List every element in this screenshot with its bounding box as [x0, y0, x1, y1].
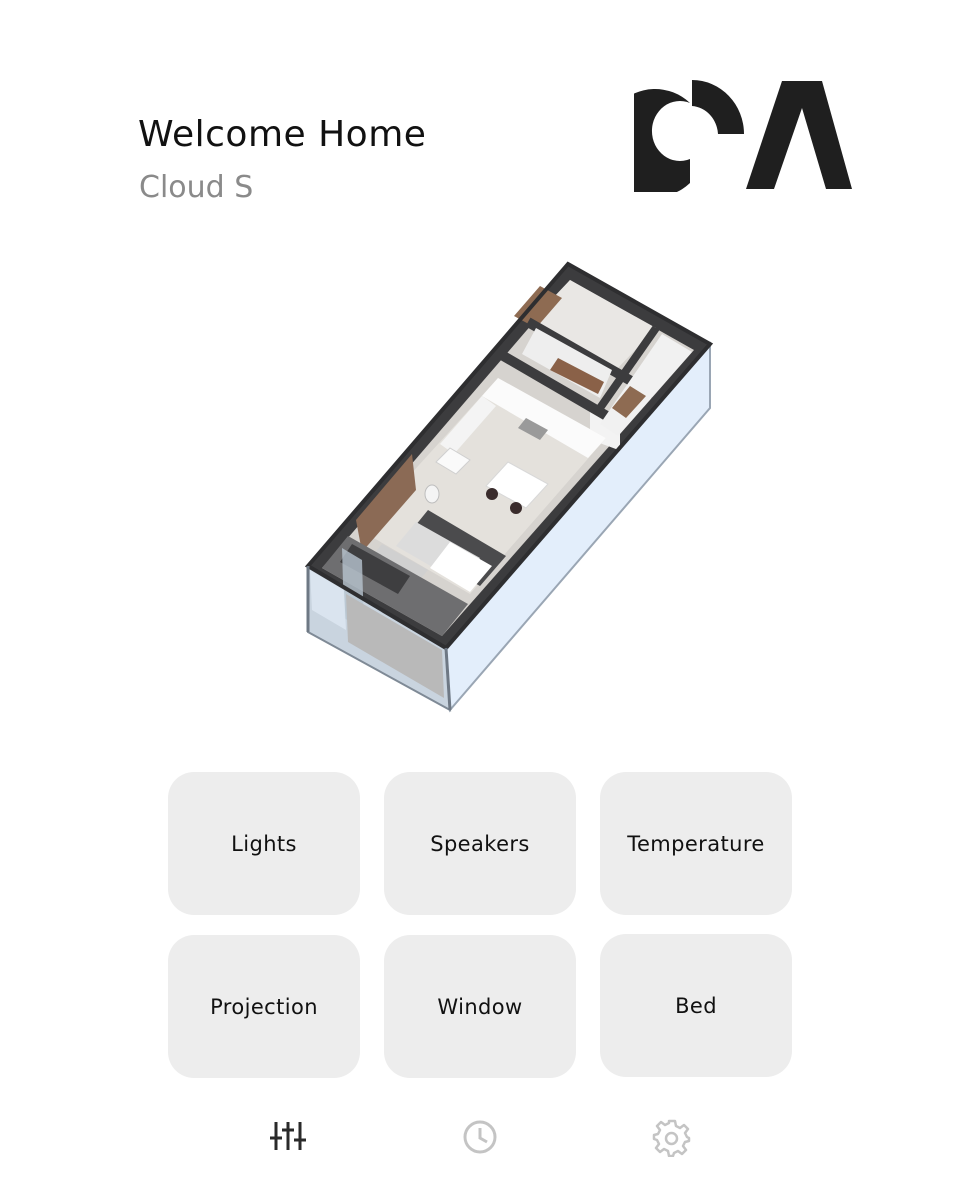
apartment-floorplan-image	[300, 258, 720, 718]
clock-icon	[463, 1120, 497, 1154]
bed-tile-button[interactable]: Bed	[600, 934, 792, 1077]
page-title: Welcome Home	[138, 114, 427, 155]
gear-icon	[652, 1119, 691, 1157]
nav-settings-tab[interactable]	[650, 1114, 694, 1158]
speakers-tile-label: Speakers	[430, 831, 530, 856]
window-tile-button[interactable]: Window	[384, 935, 576, 1078]
lights-tile-button[interactable]: Lights	[168, 772, 360, 915]
brand-logo-icon	[603, 78, 854, 197]
page-subtitle: Cloud S	[139, 170, 254, 205]
temperature-tile-button[interactable]: Temperature	[600, 772, 792, 915]
projection-tile-button[interactable]: Projection	[168, 935, 360, 1078]
nav-schedule-tab[interactable]	[458, 1114, 502, 1158]
temperature-tile-label: Temperature	[627, 831, 765, 856]
projection-tile-label: Projection	[210, 994, 318, 1019]
bed-tile-label: Bed	[675, 993, 717, 1018]
nav-controls-tab[interactable]	[266, 1114, 310, 1158]
lights-tile-label: Lights	[231, 831, 297, 856]
sliders-icon	[270, 1122, 306, 1150]
window-tile-label: Window	[437, 994, 523, 1019]
bottom-nav	[0, 1110, 960, 1160]
speakers-tile-button[interactable]: Speakers	[384, 772, 576, 915]
